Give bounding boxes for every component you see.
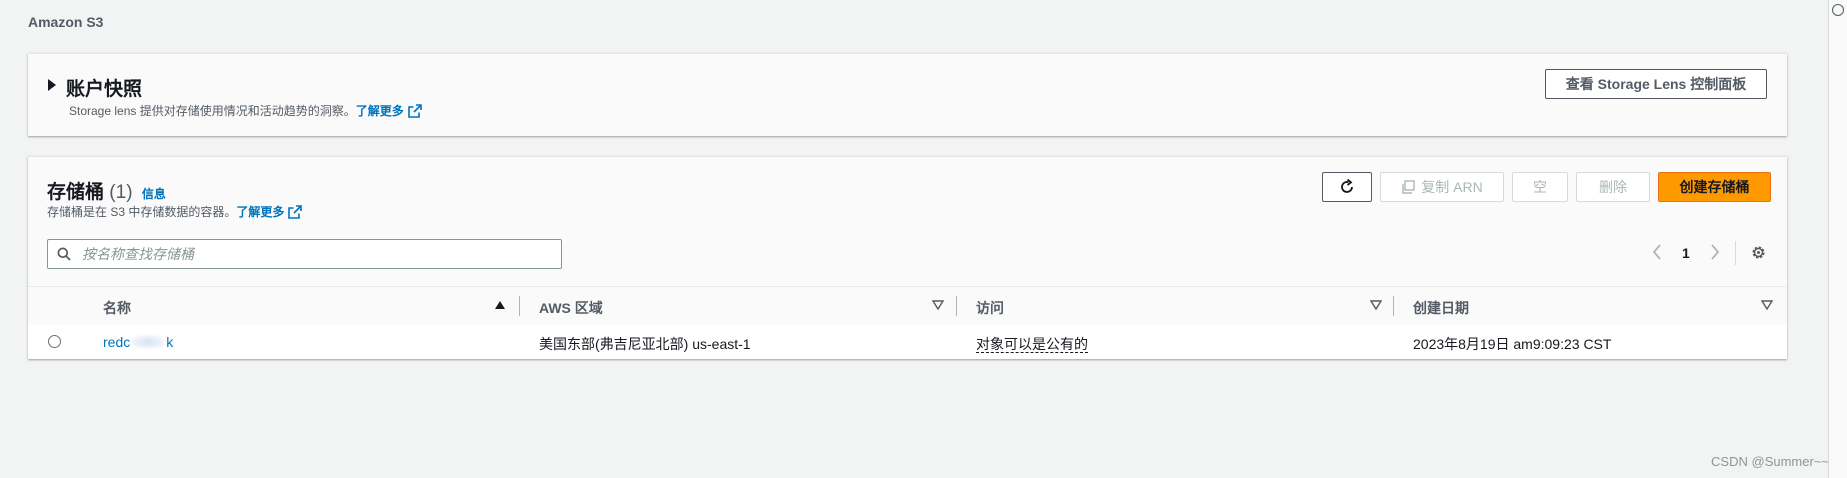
account-snapshot-description: Storage lens 提供对存储使用情况和活动趋势的洞察。了解更多 <box>69 102 422 119</box>
watermark: CSDN @Summer~~ <box>1711 454 1829 469</box>
sort-down-icon[interactable] <box>932 300 944 310</box>
buckets-title: 存储桶 (1) 信息 <box>47 177 166 204</box>
search-input[interactable] <box>80 245 554 263</box>
buckets-learn-more-link[interactable]: 了解更多 <box>236 205 303 219</box>
copy-arn-label: 复制 ARN <box>1421 179 1483 195</box>
delete-button[interactable]: 删除 <box>1576 172 1650 202</box>
copy-icon <box>1402 180 1415 194</box>
view-storage-lens-button[interactable]: 查看 Storage Lens 控制面板 <box>1545 69 1767 99</box>
buckets-description: 存储桶是在 S3 中存储数据的容器。了解更多 <box>47 203 303 220</box>
column-header-access[interactable]: 访问 <box>976 298 1004 318</box>
page-number[interactable]: 1 <box>1682 245 1690 261</box>
buckets-panel: 存储桶 (1) 信息 存储桶是在 S3 中存储数据的容器。了解更多 复制 ARN… <box>28 156 1787 359</box>
info-link[interactable]: 信息 <box>142 187 166 201</box>
create-bucket-button[interactable]: 创建存储桶 <box>1658 172 1771 202</box>
bucket-name-link[interactable]: redc k <box>103 334 173 350</box>
table-header: 名称 AWS 区域 访问 创建日期 <box>28 286 1787 326</box>
info-circle-icon[interactable] <box>1832 4 1844 16</box>
row-select-radio[interactable] <box>48 335 61 348</box>
expand-triangle-icon[interactable] <box>48 79 56 91</box>
refresh-button[interactable] <box>1322 172 1372 202</box>
account-snapshot-title[interactable]: 账户快照 <box>66 74 142 101</box>
snapshot-learn-more-link[interactable]: 了解更多 <box>356 104 422 118</box>
redacted-blur <box>130 335 167 349</box>
column-divider[interactable] <box>519 296 520 316</box>
sort-down-icon[interactable] <box>1370 300 1382 310</box>
account-snapshot-panel: 账户快照 Storage lens 提供对存储使用情况和活动趋势的洞察。了解更多… <box>28 53 1787 136</box>
copy-arn-button[interactable]: 复制 ARN <box>1380 172 1504 202</box>
external-link-icon <box>288 205 303 219</box>
sort-up-icon[interactable] <box>494 300 506 310</box>
column-divider[interactable] <box>1393 296 1394 316</box>
breadcrumb[interactable]: Amazon S3 <box>28 14 103 30</box>
bucket-count: (1) <box>109 182 133 203</box>
bucket-search-box[interactable] <box>47 239 562 269</box>
snapshot-description-text: Storage lens 提供对存储使用情况和活动趋势的洞察。 <box>69 104 356 118</box>
bucket-access[interactable]: 对象可以是公有的 <box>976 334 1088 354</box>
pager-divider <box>1735 241 1736 265</box>
column-header-name[interactable]: 名称 <box>103 298 131 318</box>
buckets-description-text: 存储桶是在 S3 中存储数据的容器。 <box>47 205 237 219</box>
search-icon <box>57 247 71 261</box>
chevron-left-icon[interactable] <box>1652 244 1662 260</box>
bucket-region: 美国东部(弗吉尼亚北部) us-east-1 <box>539 336 751 352</box>
sort-down-icon[interactable] <box>1761 300 1773 310</box>
refresh-icon <box>1341 179 1353 193</box>
table-row[interactable]: redc k 美国东部(弗吉尼亚北部) us-east-1 对象可以是公有的 20… <box>28 325 1787 359</box>
external-link-icon <box>407 104 422 118</box>
column-header-region[interactable]: AWS 区域 <box>539 298 603 318</box>
chevron-right-icon[interactable] <box>1710 244 1720 260</box>
settings-gear-icon[interactable] <box>1750 244 1767 261</box>
column-header-created[interactable]: 创建日期 <box>1413 298 1469 318</box>
right-side-strip <box>1828 0 1847 478</box>
column-divider[interactable] <box>956 296 957 316</box>
bucket-created-date: 2023年8月19日 am9:09:23 CST <box>1413 336 1612 352</box>
empty-button[interactable]: 空 <box>1512 172 1568 202</box>
buckets-title-text: 存储桶 <box>47 182 105 203</box>
